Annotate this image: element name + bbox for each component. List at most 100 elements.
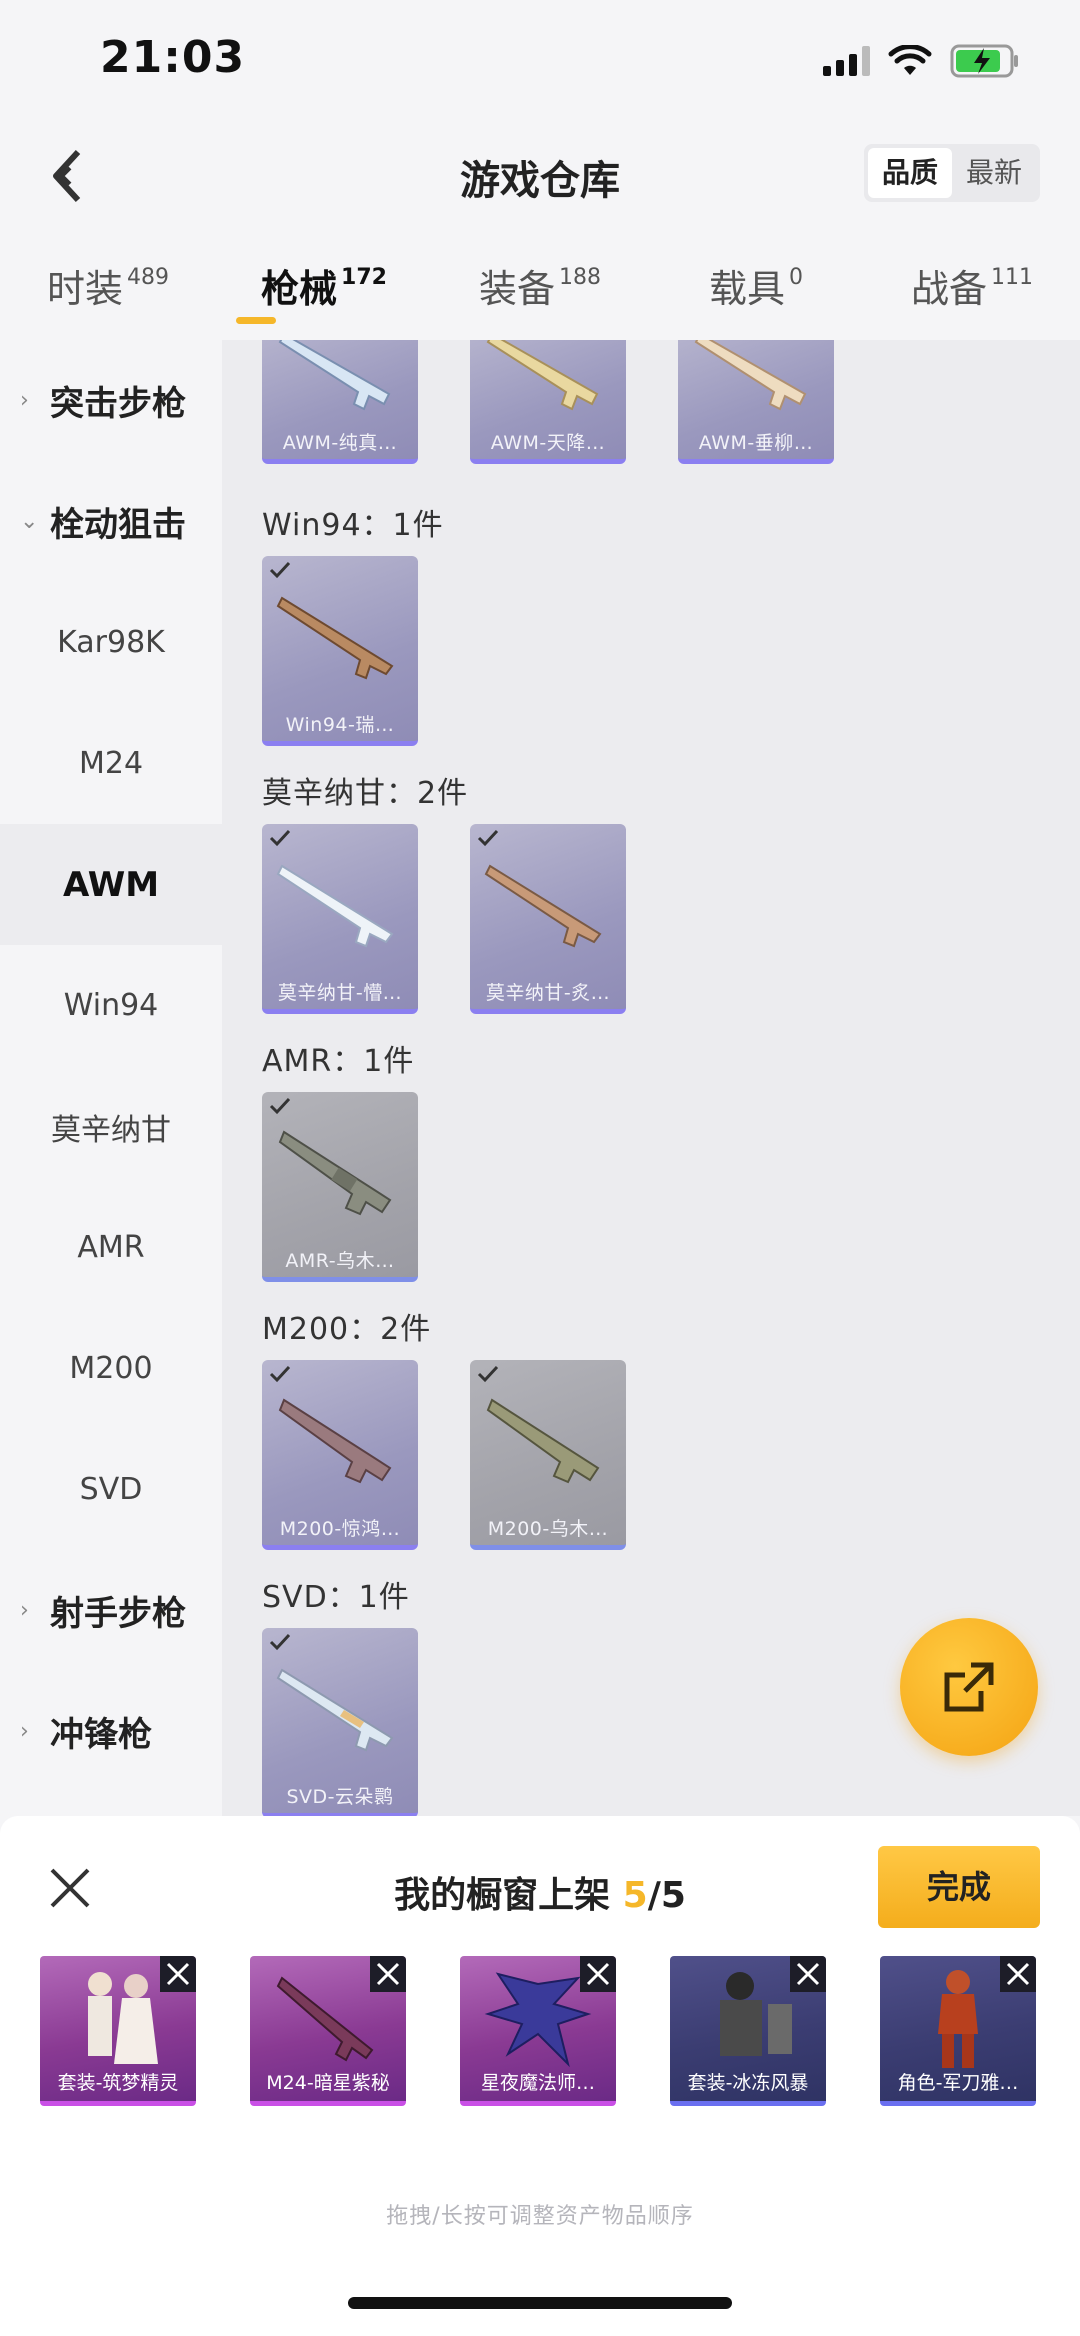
tab-label: 装备 <box>478 267 555 311</box>
weapon-card-label: SVD-云朵鹮 <box>286 1786 394 1808</box>
sidebar-item-m24[interactable]: M24 <box>0 703 222 824</box>
weapon-card-label: AWM-天降… <box>490 432 606 454</box>
sidebar-item-amr[interactable]: AMR <box>0 1187 222 1308</box>
remove-item-button[interactable] <box>160 1956 196 1992</box>
tab-label: 枪械 <box>261 267 338 311</box>
remove-item-button[interactable] <box>1000 1956 1036 1992</box>
showcase-item-label: 星夜魔法师… <box>480 2072 595 2094</box>
showcase-item[interactable]: 套装-冰冻风暴 <box>670 1956 826 2106</box>
weapon-card[interactable]: AMR-乌木… <box>262 1092 418 1282</box>
sort-toggle: 品质 最新 <box>863 144 1040 202</box>
share-button[interactable] <box>900 1618 1038 1756</box>
anti-materiel-rifle-icon <box>278 1130 392 1216</box>
weapon-card-label: 莫辛纳甘-懵… <box>277 982 403 1004</box>
close-icon <box>1006 1962 1030 1986</box>
wifi-icon <box>888 45 932 75</box>
showcase-item-label: 套装-冰冻风暴 <box>687 2072 809 2094</box>
showcase-item[interactable]: M24-暗星紫秘 <box>250 1956 406 2106</box>
remove-item-button[interactable] <box>370 1956 406 1992</box>
tab-costume[interactable]: 时装 489 <box>0 250 216 340</box>
listing-total: /5 <box>647 1875 686 1916</box>
close-icon <box>166 1962 190 1986</box>
weapon-card[interactable]: AWM-天降… <box>470 340 626 464</box>
tab-label: 战备 <box>910 267 987 311</box>
sidebar-item-win94[interactable]: Win94 <box>0 945 222 1066</box>
tab-label: 载具 <box>708 267 785 311</box>
sidebar: › 突击步枪 ⌄ 栓动狙击 Kar98K M24 AWM Win94 莫辛纳甘 AM… <box>0 340 222 1816</box>
showcase-item[interactable]: 套装-筑梦精灵 <box>40 1956 196 2106</box>
section-title: AMR：1件 <box>262 1044 415 1079</box>
showcase-panel: 我的橱窗上架 5/5 完成 套装-筑梦精灵 M24-暗星紫秘 星夜魔法师… 套装… <box>0 1816 1080 2336</box>
sniper-rifle-icon <box>486 340 599 411</box>
weapon-card[interactable]: M200-乌木… <box>470 1360 626 1550</box>
check-icon <box>269 1097 291 1115</box>
weapon-card[interactable]: AWM-纯真… <box>262 340 418 464</box>
sidebar-item-m200[interactable]: M200 <box>0 1308 222 1429</box>
check-icon <box>269 1633 291 1651</box>
showcase-items: 套装-筑梦精灵 M24-暗星紫秘 星夜魔法师… 套装-冰冻风暴 角色-军刀雅… <box>40 1956 1040 2106</box>
chevron-right-icon: › <box>20 1719 29 1744</box>
weapon-card[interactable]: Win94-瑞… <box>262 556 418 746</box>
tab-label: 时装 <box>46 267 123 311</box>
sidebar-item-awm[interactable]: AWM <box>0 824 222 945</box>
panel-title-text: 我的橱窗上架 <box>394 1875 623 1916</box>
chevron-right-icon: › <box>20 1598 29 1623</box>
section-title: SVD：1件 <box>262 1580 410 1615</box>
weapon-card-label: Win94-瑞… <box>285 714 395 736</box>
weapon-card[interactable]: AWM-垂柳… <box>678 340 834 464</box>
section-title: M200：2件 <box>262 1312 432 1347</box>
category-tabs: 时装 489 枪械 172 装备 188 载具 0 战备 111 <box>0 250 1080 340</box>
tab-vehicles[interactable]: 载具 0 <box>648 250 864 340</box>
sidebar-item-label: 突击步枪 <box>50 384 186 424</box>
sniper-rifle-icon <box>278 340 391 411</box>
status-bar: 21:03 <box>0 0 1080 120</box>
sidebar-item-kar98k[interactable]: Kar98K <box>0 582 222 703</box>
chevron-right-icon: › <box>20 388 29 413</box>
home-indicator[interactable] <box>348 2297 732 2309</box>
listing-count: 5 <box>622 1875 648 1916</box>
sidebar-item-smgs[interactable]: › 冲锋枪 <box>0 1671 222 1792</box>
sidebar-item-assault-rifles[interactable]: › 突击步枪 <box>0 340 222 461</box>
battery-charging-icon <box>950 44 1018 78</box>
tab-count: 0 <box>789 265 803 290</box>
sort-quality-button[interactable]: 品质 <box>867 148 952 198</box>
sort-newest-button[interactable]: 最新 <box>952 148 1036 198</box>
sidebar-item-svd[interactable]: SVD <box>0 1429 222 1550</box>
remove-item-button[interactable] <box>790 1956 826 1992</box>
tab-equipment[interactable]: 装备 188 <box>432 250 648 340</box>
rifle-icon <box>276 1668 394 1752</box>
showcase-item-label: 角色-军刀雅… <box>897 2072 1019 2094</box>
showcase-item[interactable]: 星夜魔法师… <box>460 1956 616 2106</box>
weapon-card-label: AWM-垂柳… <box>698 432 814 454</box>
showcase-item-label: M24-暗星紫秘 <box>266 2072 390 2094</box>
sidebar-item-label: 栓动狙击 <box>50 505 186 545</box>
close-icon <box>586 1962 610 1986</box>
weapon-card[interactable]: SVD-云朵鹮 <box>262 1628 418 1816</box>
tab-guns[interactable]: 枪械 172 <box>216 250 432 340</box>
sidebar-item-mosin[interactable]: 莫辛纳甘 <box>0 1066 222 1187</box>
remove-item-button[interactable] <box>580 1956 616 1992</box>
sidebar-item-bolt-snipers[interactable]: ⌄ 栓动狙击 <box>0 461 222 582</box>
done-button[interactable]: 完成 <box>878 1846 1040 1928</box>
rifle-icon <box>276 864 394 948</box>
weapon-card[interactable]: 莫辛纳甘-炙… <box>470 824 626 1014</box>
showcase-item[interactable]: 角色-军刀雅… <box>880 1956 1036 2106</box>
sidebar-item-label: 射手步枪 <box>50 1594 186 1634</box>
section-title: 莫辛纳甘：2件 <box>262 776 469 811</box>
reorder-hint: 拖拽/长按可调整资产物品顺序 <box>386 2204 694 2229</box>
rifle-icon <box>276 596 394 680</box>
sniper-rifle-icon <box>486 1398 600 1484</box>
tab-count: 188 <box>559 265 601 290</box>
showcase-item-label: 套装-筑梦精灵 <box>57 2072 179 2094</box>
rifle-icon <box>484 864 602 948</box>
status-time: 21:03 <box>100 32 246 83</box>
tab-supplies[interactable]: 战备 111 <box>864 250 1080 340</box>
tab-count: 172 <box>341 265 387 290</box>
sniper-rifle-icon <box>694 340 807 411</box>
section-title: Win94：1件 <box>262 508 444 543</box>
weapon-card-label: 莫辛纳甘-炙… <box>485 982 611 1004</box>
weapon-card[interactable]: M200-惊鸿… <box>262 1360 418 1550</box>
sidebar-item-marksman-rifles[interactable]: › 射手步枪 <box>0 1550 222 1671</box>
weapon-card[interactable]: 莫辛纳甘-懵… <box>262 824 418 1014</box>
cellular-signal-icon <box>823 46 870 76</box>
